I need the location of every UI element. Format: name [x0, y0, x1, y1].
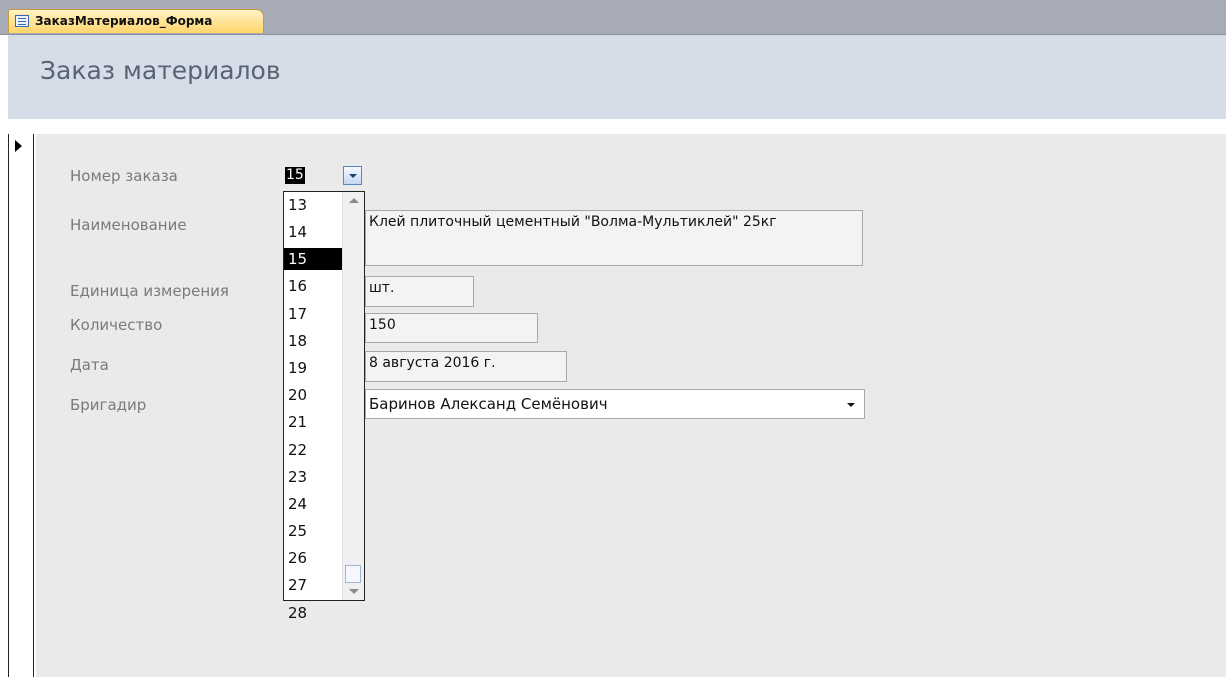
name-label: Наименование	[70, 216, 187, 234]
dropdown-item[interactable]: 25	[284, 518, 342, 545]
dropdown-item[interactable]: 15	[284, 248, 342, 271]
dropdown-item[interactable]: 14	[284, 219, 342, 246]
document-tab[interactable]: ЗаказМатериалов_Форма	[8, 9, 264, 33]
date-label: Дата	[70, 356, 109, 374]
document-tab-strip: ЗаказМатериалов_Форма	[0, 0, 1226, 35]
dropdown-item[interactable]: 24	[284, 491, 342, 518]
order-number-value: 15	[285, 167, 305, 184]
unit-field[interactable]: шт.	[365, 276, 474, 307]
quantity-field[interactable]: 150	[365, 313, 538, 343]
quantity-label: Количество	[70, 316, 163, 334]
dropdown-item[interactable]: 20	[284, 382, 342, 409]
order-number-dropdown-list[interactable]: 13 14 15 16 17 18 19 20 21 22 23 24 25 26 27 28	[283, 191, 365, 622]
current-record-arrow-icon	[15, 140, 22, 152]
foreman-value: Баринов Александ Семёнович	[369, 395, 608, 413]
order-number-input[interactable]: 15	[285, 164, 341, 188]
form-detail-section: Номер заказа Наименование Единица измере…	[36, 134, 1226, 677]
dropdown-item[interactable]: 17	[284, 301, 342, 328]
dropdown-item[interactable]: 23	[284, 464, 342, 491]
dropdown-item[interactable]: 28	[284, 600, 342, 627]
form-title: Заказ материалов	[40, 56, 281, 85]
dropdown-item[interactable]: 26	[284, 545, 342, 572]
date-field[interactable]: 8 августа 2016 г.	[365, 351, 567, 382]
record-selector[interactable]	[8, 134, 34, 677]
dropdown-item[interactable]: 18	[284, 328, 342, 355]
dropdown-items: 13 14 15 16 17 18 19 20 21 22 23 24 25 26 27 28	[284, 192, 342, 627]
unit-label: Единица измерения	[70, 282, 229, 300]
dropdown-item[interactable]: 16	[284, 273, 342, 300]
order-number-dropdown-button[interactable]	[343, 166, 362, 185]
chevron-down-icon[interactable]	[847, 403, 855, 407]
order-number-label: Номер заказа	[70, 167, 178, 185]
scrollbar-thumb[interactable]	[345, 565, 361, 583]
scroll-down-icon[interactable]	[349, 589, 359, 594]
form-header: Заказ материалов	[8, 35, 1226, 119]
dropdown-item[interactable]: 22	[284, 437, 342, 464]
dropdown-item[interactable]: 19	[284, 355, 342, 382]
chevron-down-icon	[349, 174, 357, 178]
name-field[interactable]: Клей плиточный цементный "Волма-Мультикл…	[365, 210, 863, 266]
scroll-up-icon[interactable]	[349, 198, 359, 203]
app-window: ЗаказМатериалов_Форма Заказ материалов Н…	[0, 0, 1226, 677]
foreman-combobox[interactable]: Баринов Александ Семёнович	[365, 389, 865, 419]
foreman-label: Бригадир	[70, 396, 147, 414]
dropdown-item[interactable]: 13	[284, 192, 342, 219]
dropdown-item[interactable]: 21	[284, 409, 342, 436]
order-number-combobox[interactable]: 15	[285, 164, 363, 188]
form-icon	[15, 15, 29, 27]
dropdown-item[interactable]: 27	[284, 572, 342, 599]
document-tab-label: ЗаказМатериалов_Форма	[35, 14, 213, 28]
dropdown-scrollbar[interactable]	[342, 192, 364, 600]
